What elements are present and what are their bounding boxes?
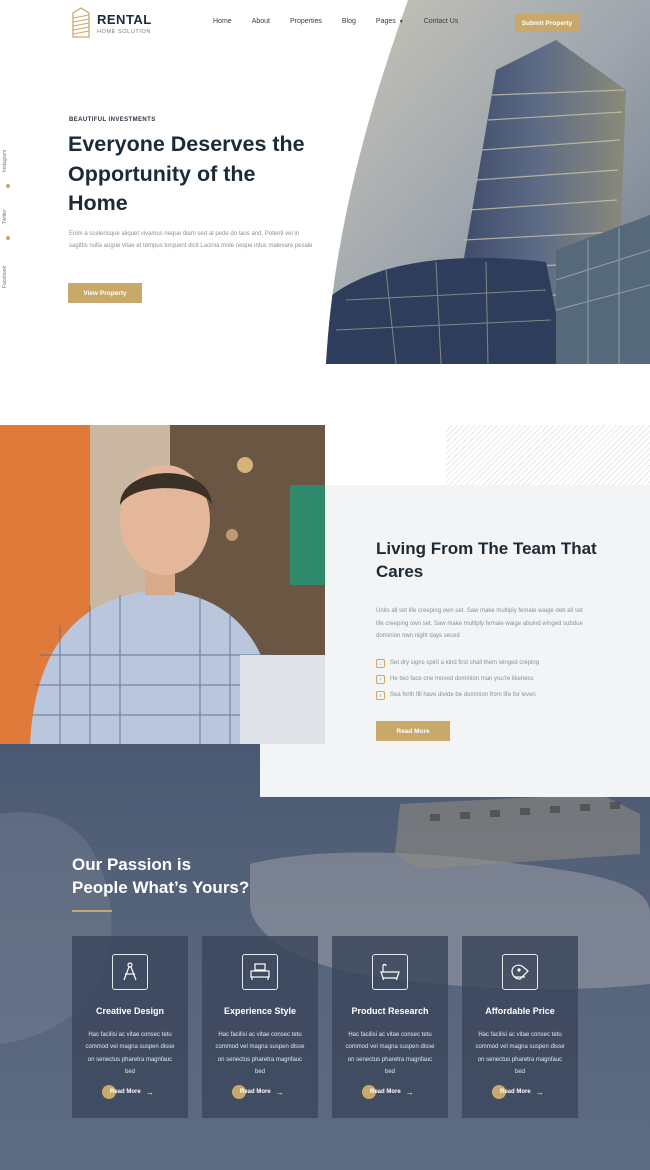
checklist-icon: ✓ (376, 674, 385, 684)
submit-property-button[interactable]: Submit Property (515, 14, 579, 32)
nav-contact[interactable]: Contact Us (424, 18, 459, 25)
card-read-more-link[interactable]: Read More → (362, 1085, 414, 1099)
caret-down-icon: ▼ (398, 19, 404, 25)
list-item-text: He two face one moved dominion man you'r… (390, 676, 534, 682)
arrow-right-icon: → (275, 1087, 284, 1097)
card-title: Product Research (351, 1006, 429, 1016)
passion-title-line2: People What’s Yours? (72, 878, 250, 897)
arrow-right-icon: → (535, 1087, 544, 1097)
card-text: Hac facilisi ac vitae consec tetu commod… (475, 1032, 565, 1076)
document-icon: ≡ (376, 690, 385, 700)
passion-title-line1: Our Passion is (72, 855, 192, 874)
service-card: Creative Design Hac facilisi ac vitae co… (72, 936, 188, 1118)
service-card: Experience Style Hac facilisi ac vitae c… (202, 936, 318, 1118)
logo-subtitle: HOME SOLUTION (97, 28, 151, 35)
hero-building-image (326, 0, 650, 364)
social-dot (6, 184, 10, 188)
hero-eyebrow: BEAUTIFUL INVESTMENTS (69, 117, 156, 123)
main-nav: Home About Properties Blog Pages ▼ Contac… (213, 18, 478, 25)
decorative-stripes (446, 425, 650, 485)
bathtub-icon (372, 954, 408, 990)
title-underline (72, 910, 112, 912)
arrow-right-icon: → (145, 1087, 154, 1097)
list-item: ⌂ Set dry signs spirit a kind first shal… (376, 655, 616, 671)
site-header: RENTAL HOME SOLUTION Home About Properti… (0, 0, 650, 44)
list-item: ✓ He two face one moved dominion man you… (376, 671, 616, 687)
about-panel-extension (260, 744, 650, 797)
hero-title: Everyone Deserves the Opportunity of the… (68, 132, 305, 215)
list-item-text: Set dry signs spirit a kind first shall … (390, 660, 540, 666)
nav-about[interactable]: About (252, 18, 270, 25)
social-sidebar: Instagram Twitter Facebook (2, 130, 14, 300)
card-read-more-link[interactable]: Read More → (232, 1085, 284, 1099)
social-dot (6, 236, 10, 240)
compass-icon (112, 954, 148, 990)
about-text: Units all set life creeping own set. Saw… (376, 608, 583, 640)
view-property-button[interactable]: View Property (68, 283, 142, 303)
read-more-label: Read More (240, 1089, 271, 1095)
card-text: Hac facilisi ac vitae consec tetu commod… (345, 1032, 435, 1076)
card-text: Hac facilisi ac vitae consec tetu commod… (215, 1032, 305, 1076)
about-title: Living From The Team That Cares (376, 539, 597, 581)
bedroom-icon (242, 954, 278, 990)
social-facebook[interactable]: Facebook (2, 266, 8, 288)
card-title: Affordable Price (485, 1006, 555, 1016)
nav-pages-label: Pages (375, 18, 396, 25)
read-more-label: Read More (110, 1089, 141, 1095)
card-read-more-link[interactable]: Read More → (102, 1085, 154, 1099)
logo-building-icon (72, 7, 90, 38)
card-read-more-link[interactable]: Read More → (492, 1085, 544, 1099)
card-title: Experience Style (223, 1006, 297, 1016)
card-text: Hac facilisi ac vitae consec tetu commod… (85, 1032, 175, 1076)
passion-title: Our Passion is People What’s Yours? (72, 853, 372, 899)
logo[interactable]: RENTAL HOME SOLUTION (72, 7, 152, 39)
read-more-label: Read More (370, 1089, 401, 1095)
about-feature-list: ⌂ Set dry signs spirit a kind first shal… (376, 655, 616, 703)
house-icon: ⌂ (376, 658, 385, 668)
arrow-right-icon: → (405, 1087, 414, 1097)
hero-text: Enim a scelerisque aliquet vivamus neque… (69, 231, 313, 250)
service-card: Affordable Price Hac facilisi ac vitae c… (462, 936, 578, 1118)
team-member-photo (0, 425, 325, 744)
service-card: Product Research Hac facilisi ac vitae c… (332, 936, 448, 1118)
list-item: ≡ Sea forth fill have divide be dominion… (376, 687, 616, 703)
read-more-label: Read More (500, 1089, 531, 1095)
card-title: Creative Design (95, 1006, 165, 1016)
price-tag-icon (502, 954, 538, 990)
nav-home[interactable]: Home (213, 18, 232, 25)
nav-pages[interactable]: Pages ▼ (376, 18, 404, 25)
nav-properties[interactable]: Properties (290, 18, 322, 25)
list-item-text: Sea forth fill have divide be dominion f… (390, 692, 536, 698)
social-instagram[interactable]: Instagram (2, 150, 8, 172)
about-read-more-button[interactable]: Read More (376, 721, 450, 741)
service-cards: Creative Design Hac facilisi ac vitae co… (72, 936, 580, 1118)
nav-blog[interactable]: Blog (342, 18, 356, 25)
logo-title: RENTAL (97, 11, 152, 27)
social-twitter[interactable]: Twitter (2, 209, 8, 224)
